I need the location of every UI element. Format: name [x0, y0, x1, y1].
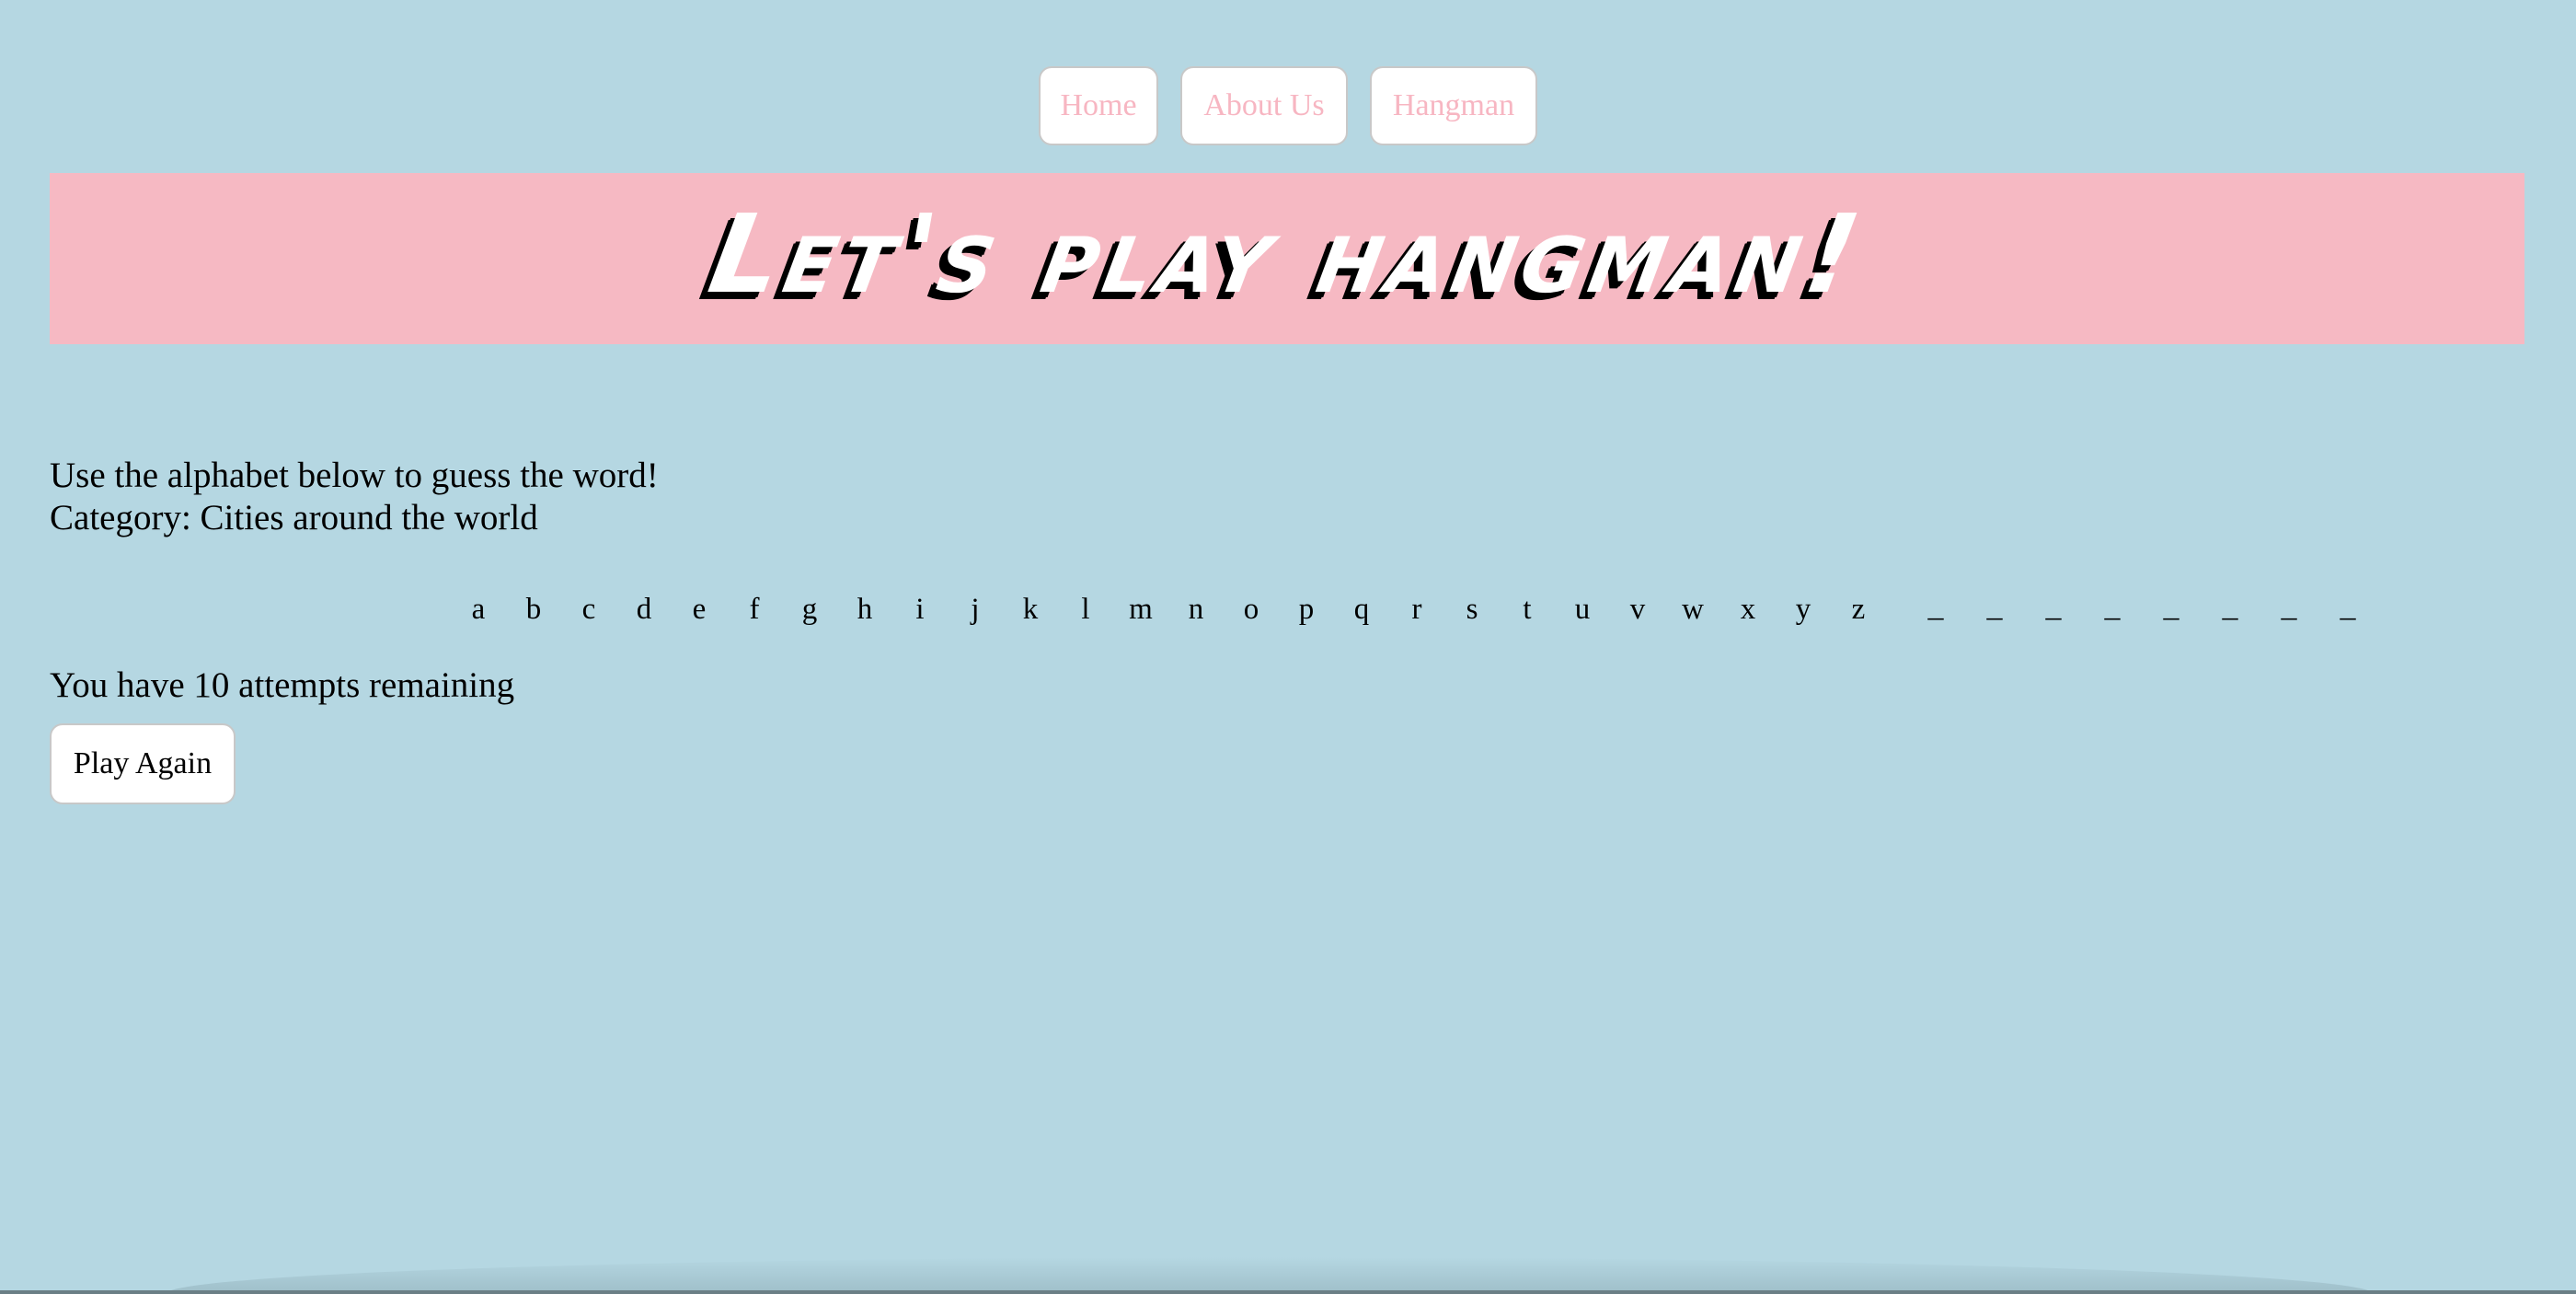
bottom-edge: [0, 1290, 2576, 1294]
word-blank: _: [2281, 589, 2297, 623]
letter-z-button[interactable]: z: [1831, 593, 1886, 627]
word-blank: _: [1986, 589, 2003, 623]
letter-p-button[interactable]: p: [1279, 593, 1334, 627]
letter-a-button[interactable]: a: [451, 593, 506, 627]
bottom-shadow: [166, 1257, 2374, 1294]
word-blanks: _ _ _ _ _ _ _ _: [1906, 589, 2377, 624]
letter-y-button[interactable]: y: [1776, 593, 1831, 627]
letter-i-button[interactable]: i: [892, 593, 948, 627]
word-blank: _: [2104, 589, 2121, 623]
letter-w-button[interactable]: w: [1665, 593, 1720, 627]
word-blank: _: [1927, 589, 1944, 623]
letter-h-button[interactable]: h: [837, 593, 892, 627]
letter-o-button[interactable]: o: [1224, 593, 1279, 627]
attempts-remaining: You have 10 attempts remaining: [50, 665, 515, 705]
nav-hangman-button[interactable]: Hangman: [1370, 66, 1537, 145]
letter-n-button[interactable]: n: [1168, 593, 1224, 627]
title-banner: Let's play hangman!: [50, 173, 2524, 344]
letter-s-button[interactable]: s: [1444, 593, 1500, 627]
word-blank: _: [2340, 589, 2356, 623]
instructions: Use the alphabet below to guess the word…: [50, 455, 659, 539]
top-nav: Home About Us Hangman: [0, 66, 2576, 145]
page-title: Let's play hangman!: [700, 191, 1874, 318]
category-text: Category: Cities around the world: [50, 498, 538, 537]
play-again-button[interactable]: Play Again: [50, 723, 236, 804]
letter-q-button[interactable]: q: [1334, 593, 1389, 627]
letter-m-button[interactable]: m: [1113, 593, 1168, 627]
nav-home-button[interactable]: Home: [1039, 66, 1158, 145]
letter-c-button[interactable]: c: [561, 593, 616, 627]
alphabet-buttons: abcdefghijklmnopqrstuvwxyz: [451, 593, 1886, 627]
letter-u-button[interactable]: u: [1555, 593, 1610, 627]
letter-j-button[interactable]: j: [948, 593, 1003, 627]
word-blank: _: [2222, 589, 2238, 623]
instructions-text: Use the alphabet below to guess the word…: [50, 456, 659, 495]
letter-d-button[interactable]: d: [616, 593, 672, 627]
word-blank: _: [2163, 589, 2179, 623]
letter-b-button[interactable]: b: [506, 593, 561, 627]
word-blank: _: [2045, 589, 2062, 623]
letter-v-button[interactable]: v: [1610, 593, 1665, 627]
letter-x-button[interactable]: x: [1720, 593, 1776, 627]
nav-about-us-button[interactable]: About Us: [1180, 66, 1348, 145]
letter-f-button[interactable]: f: [727, 593, 782, 627]
letter-k-button[interactable]: k: [1003, 593, 1058, 627]
letter-r-button[interactable]: r: [1389, 593, 1444, 627]
letter-g-button[interactable]: g: [782, 593, 837, 627]
letter-t-button[interactable]: t: [1500, 593, 1555, 627]
letter-e-button[interactable]: e: [672, 593, 727, 627]
letter-l-button[interactable]: l: [1058, 593, 1113, 627]
